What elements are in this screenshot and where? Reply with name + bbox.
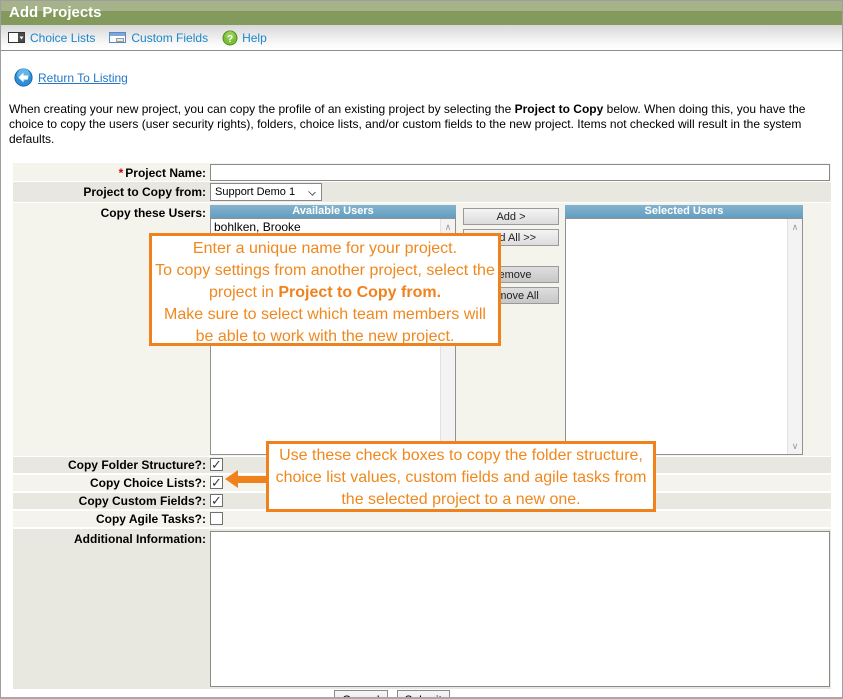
toolbar-label: Help: [242, 31, 267, 45]
scroll-down-icon[interactable]: ∨: [788, 440, 802, 452]
toolbar-item-help[interactable]: ? Help: [222, 30, 267, 46]
return-to-listing-link[interactable]: Return To Listing: [38, 71, 128, 85]
copy-choice-lists-checkbox[interactable]: [210, 476, 223, 489]
svg-text:?: ?: [227, 34, 233, 45]
selected-option: Support Demo 1: [215, 186, 295, 198]
submit-button[interactable]: Submit: [397, 690, 450, 699]
selected-users-header: Selected Users: [565, 205, 803, 218]
chevron-down-icon: [308, 188, 316, 196]
additional-info-row: Additional Information:: [13, 529, 831, 689]
cancel-button[interactable]: Cancel: [334, 690, 387, 699]
copy-agile-tasks-row: Copy Agile Tasks?:: [13, 511, 831, 527]
project-name-row: *Project Name:: [13, 163, 831, 181]
copy-agile-tasks-label: Copy Agile Tasks?:: [13, 511, 208, 527]
toolbar-label: Choice Lists: [30, 31, 95, 45]
scroll-up-icon[interactable]: ∧: [788, 221, 802, 233]
toolbar: Choice Lists Custom Fields ? Help: [1, 25, 842, 51]
return-row: Return To Listing: [14, 68, 842, 87]
toolbar-label: Custom Fields: [131, 31, 208, 45]
project-name-input[interactable]: [210, 164, 830, 181]
checkboxes-tip-callout: Use these check boxes to copy the folder…: [266, 441, 656, 512]
add-button[interactable]: Add >: [463, 208, 559, 225]
copy-choice-lists-label: Copy Choice Lists?:: [13, 475, 208, 491]
copy-custom-fields-checkbox[interactable]: [210, 494, 223, 507]
copy-folder-structure-checkbox[interactable]: [210, 458, 223, 471]
project-name-tip-callout: Enter a unique name for your project. To…: [149, 233, 501, 346]
callout-arrow-icon: [225, 470, 238, 488]
copy-agile-tasks-checkbox[interactable]: [210, 512, 223, 525]
custom-fields-icon: [109, 31, 127, 44]
help-icon: ?: [222, 30, 238, 46]
selected-users-panel: Selected Users ∧ ∨: [565, 205, 803, 456]
callout-arrow-line: [237, 476, 269, 483]
form-actions: Cancel Submit: [13, 690, 831, 699]
selected-users-listbox[interactable]: ∧ ∨: [565, 218, 803, 455]
scroll-up-icon[interactable]: ∧: [441, 221, 455, 233]
copy-custom-fields-label: Copy Custom Fields?:: [13, 493, 208, 509]
project-to-copy-label: Project to Copy from:: [13, 182, 208, 202]
available-users-header: Available Users: [210, 205, 456, 218]
scrollbar[interactable]: ∧ ∨: [787, 219, 802, 454]
required-marker: *: [119, 166, 124, 180]
project-to-copy-select[interactable]: Support Demo 1: [210, 183, 322, 201]
back-arrow-icon: [14, 68, 33, 87]
toolbar-item-custom-fields[interactable]: Custom Fields: [109, 31, 208, 45]
page-title: Add Projects: [1, 1, 842, 25]
additional-info-textarea[interactable]: [210, 531, 830, 687]
choice-list-icon: [8, 31, 26, 44]
project-to-copy-row: Project to Copy from: Support Demo 1: [13, 182, 831, 202]
add-projects-page: Add Projects Choice Lists Custom Fields …: [0, 0, 843, 699]
copy-folder-structure-label: Copy Folder Structure?:: [13, 457, 208, 473]
project-name-label: Project Name:: [125, 166, 206, 180]
intro-text: When creating your new project, you can …: [9, 102, 834, 147]
additional-info-label: Additional Information:: [13, 529, 208, 689]
toolbar-item-choice-lists[interactable]: Choice Lists: [8, 31, 95, 45]
